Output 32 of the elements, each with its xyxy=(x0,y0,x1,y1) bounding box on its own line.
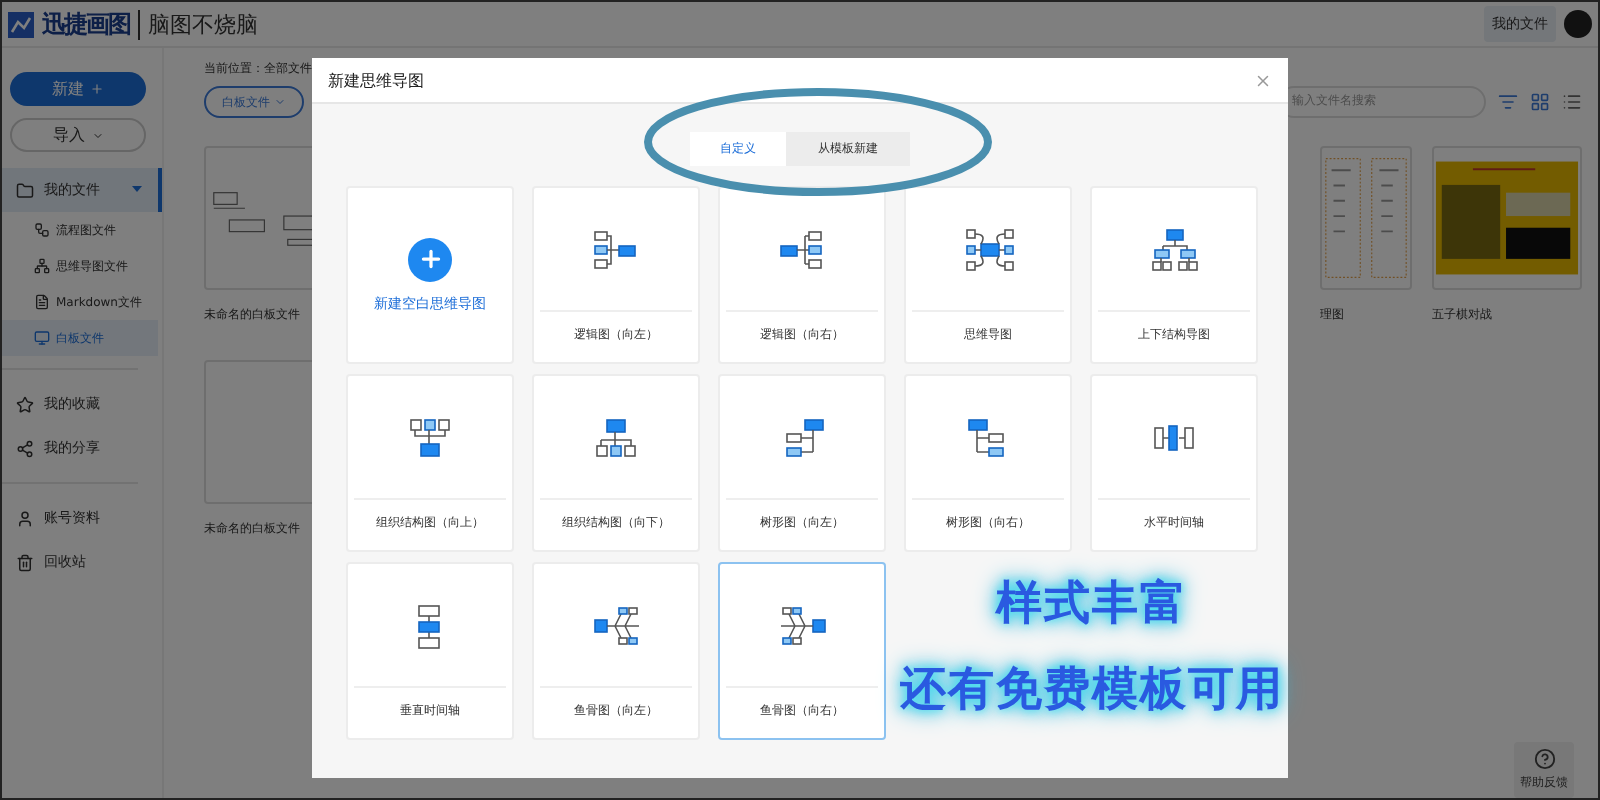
file-thumbnail[interactable] xyxy=(1320,146,1412,290)
sort-icon[interactable] xyxy=(1498,92,1518,112)
flowchart-icon xyxy=(34,222,50,238)
folder-icon xyxy=(16,181,34,199)
avatar[interactable] xyxy=(1564,10,1592,38)
caret-icon xyxy=(274,96,286,108)
user-icon xyxy=(16,509,34,527)
promo-text: 还有免费模板可用 xyxy=(900,662,1284,720)
trash-icon xyxy=(16,553,34,571)
hierarchy-icon xyxy=(1147,225,1201,273)
close-button[interactable] xyxy=(1254,71,1272,89)
list-view-icon[interactable] xyxy=(1562,92,1582,112)
mind-map-icon xyxy=(961,225,1015,273)
grid-view-icon[interactable] xyxy=(1530,92,1550,112)
caret-icon xyxy=(91,129,103,141)
close-icon xyxy=(1254,71,1272,89)
star-icon xyxy=(16,395,34,413)
network-icon xyxy=(34,258,50,274)
fishbone-icon xyxy=(775,601,829,649)
fishbone-icon xyxy=(589,601,643,649)
monitor-icon xyxy=(34,330,50,346)
document-icon xyxy=(34,294,50,310)
app-logo: 迅捷画图 xyxy=(42,7,130,41)
new-button[interactable]: 新建 xyxy=(10,72,146,106)
dialog-title: 新建思维导图 xyxy=(328,69,424,91)
logo-icon xyxy=(8,11,34,37)
promo-text: 样式丰富 xyxy=(996,576,1188,634)
share-icon xyxy=(16,439,34,457)
slogan: 脑图不烧脑 xyxy=(138,9,258,39)
import-button[interactable]: 导入 xyxy=(10,118,146,152)
plus-icon xyxy=(90,82,104,96)
help-icon xyxy=(1533,748,1555,770)
